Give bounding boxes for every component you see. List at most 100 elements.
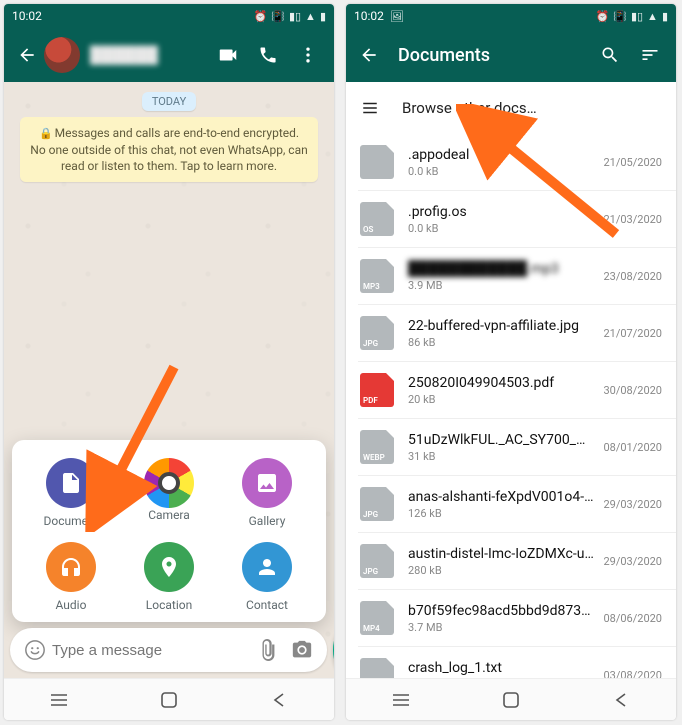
contact-name[interactable]: ██████ xyxy=(90,45,208,65)
vibrate-icon: 📳 xyxy=(613,10,627,23)
file-size: 3.7 MB xyxy=(408,621,595,634)
list-icon xyxy=(360,99,380,117)
mic-button[interactable] xyxy=(333,628,334,672)
file-size: 86 kB xyxy=(408,336,595,349)
file-date: 03/08/2020 xyxy=(603,669,662,679)
file-size: 0.0 kB xyxy=(408,165,595,178)
screenshot-icon: 🖼 xyxy=(390,10,404,23)
back-button[interactable] xyxy=(352,45,386,65)
signal-icon: ▮▯ xyxy=(631,10,643,23)
browse-other-docs[interactable]: Browse other docs… xyxy=(346,82,676,134)
attachment-panel: Document Camera Gallery Audio xyxy=(12,440,326,622)
wifi-icon: ▲ xyxy=(647,10,658,23)
attach-location[interactable]: Location xyxy=(120,542,218,612)
file-name: .appodeal xyxy=(408,147,595,163)
file-type-icon: OS xyxy=(360,202,394,236)
file-date: 08/01/2020 xyxy=(603,441,662,454)
attach-contact[interactable]: Contact xyxy=(218,542,316,612)
nav-back[interactable] xyxy=(610,689,632,711)
file-date: 23/08/2020 xyxy=(603,270,662,283)
file-info: .appodeal 0.0 kB xyxy=(408,147,595,178)
nav-back[interactable] xyxy=(268,689,290,711)
file-info: .profig.os0.0 kB xyxy=(408,204,595,235)
document-row[interactable]: TXTcrash_log_1.txt0.0 kB03/08/2020 xyxy=(346,647,676,678)
nav-recent[interactable] xyxy=(48,689,70,711)
attach-gallery[interactable]: Gallery xyxy=(218,458,316,528)
battery-icon: ▮ xyxy=(662,10,668,23)
document-row[interactable]: MP3 ████████████.mp33.9 MB 23/08/2020 xyxy=(346,248,676,304)
nav-home[interactable] xyxy=(500,689,522,711)
lock-icon: 🔒 xyxy=(39,127,53,140)
file-type-icon: PDF xyxy=(360,373,394,407)
document-row[interactable]: WEBP51uDzWlkFUL._AC_SY700_ML1_FMwe…31 kB… xyxy=(346,419,676,475)
document-row[interactable]: .appodeal 0.0 kB 21/05/2020 xyxy=(346,134,676,190)
file-date: 08/06/2020 xyxy=(603,612,662,625)
back-button[interactable] xyxy=(10,45,44,65)
file-name: ████████████.mp3 xyxy=(408,260,595,277)
file-date: 21/05/2020 xyxy=(603,156,662,169)
attach-label: Location xyxy=(146,598,192,612)
battery-icon: ▮ xyxy=(320,10,326,23)
file-name: 51uDzWlkFUL._AC_SY700_ML1_FMwe… xyxy=(408,432,595,448)
file-type-icon: JPG xyxy=(360,487,394,521)
document-row[interactable]: OS .profig.os0.0 kB 21/03/2020 xyxy=(346,191,676,247)
location-icon xyxy=(144,542,194,592)
documents-list: .appodeal 0.0 kB 21/05/2020 OS .profig.os0.0… xyxy=(346,134,676,678)
document-row[interactable]: JPGaustin-distel-Imc-IoZDMXc-unsplash.jp… xyxy=(346,533,676,589)
sort-button[interactable] xyxy=(630,35,670,75)
voice-call-button[interactable] xyxy=(248,35,288,75)
file-info: 51uDzWlkFUL._AC_SY700_ML1_FMwe… 31 kB xyxy=(408,432,595,463)
file-name: crash_log_1.txt xyxy=(408,660,595,676)
phone-chat: 10:02 ⏰ 📳 ▮▯ ▲ ▮ ██████ TODAY 🔒Messages … xyxy=(4,4,334,720)
emoji-button[interactable] xyxy=(18,639,52,661)
file-info: ████████████.mp33.9 MB xyxy=(408,260,595,292)
file-info: crash_log_1.txt0.0 kB xyxy=(408,660,595,679)
camera-icon xyxy=(144,458,194,508)
file-name: .profig.os xyxy=(408,204,595,220)
file-name: 250820I049904503.pdf xyxy=(408,375,595,391)
document-row[interactable]: JPG22-buffered-vpn-affiliate.jpg86 kB21/… xyxy=(346,305,676,361)
file-size: 31 kB xyxy=(408,450,595,463)
page-title: Documents xyxy=(386,45,590,66)
alarm-icon: ⏰ xyxy=(254,10,268,23)
attach-button[interactable] xyxy=(251,639,285,661)
camera-button[interactable] xyxy=(285,639,319,661)
file-date: 21/03/2020 xyxy=(603,213,662,226)
file-info: austin-distel-Imc-IoZDMXc-unsplash.jpg28… xyxy=(408,546,595,577)
document-row[interactable]: JPG anas-alshanti-feXpdV001o4-unsplash.j…… xyxy=(346,476,676,532)
attach-camera[interactable]: Camera xyxy=(120,458,218,528)
file-name: 22-buffered-vpn-affiliate.jpg xyxy=(408,318,595,334)
message-input[interactable] xyxy=(52,642,251,659)
contact-icon xyxy=(242,542,292,592)
search-button[interactable] xyxy=(590,35,630,75)
file-size: 280 kB xyxy=(408,564,595,577)
file-date: 29/03/2020 xyxy=(603,555,662,568)
date-separator: TODAY xyxy=(142,92,196,111)
attach-document[interactable]: Document xyxy=(22,458,120,528)
more-menu-button[interactable] xyxy=(288,35,328,75)
alarm-icon: ⏰ xyxy=(596,10,610,23)
attach-audio[interactable]: Audio xyxy=(22,542,120,612)
file-type-icon: MP3 xyxy=(360,259,394,293)
browse-label: Browse other docs… xyxy=(402,99,537,117)
file-info: 22-buffered-vpn-affiliate.jpg 86 kB xyxy=(408,318,595,349)
statusbar: 10:02 ⏰ 📳 ▮▯ ▲ ▮ xyxy=(4,4,334,28)
attach-label: Gallery xyxy=(249,514,286,528)
vibrate-icon: 📳 xyxy=(271,10,285,23)
file-type-icon xyxy=(360,145,394,179)
document-icon xyxy=(46,458,96,508)
input-bar xyxy=(10,628,328,672)
encryption-notice[interactable]: 🔒Messages and calls are end-to-end encry… xyxy=(20,117,318,182)
document-row[interactable]: PDF250820I049904503.pdf20 kB30/08/2020 xyxy=(346,362,676,418)
message-input-container xyxy=(10,628,327,672)
document-row[interactable]: MP4b70f59fec98acd5bbd9d8734459f8720de…3.… xyxy=(346,590,676,646)
contact-avatar[interactable] xyxy=(44,37,80,73)
file-size: 20 kB xyxy=(408,393,595,406)
video-call-button[interactable] xyxy=(208,35,248,75)
file-date: 29/03/2020 xyxy=(603,498,662,511)
chat-area: TODAY 🔒Messages and calls are end-to-end… xyxy=(4,82,334,678)
nav-recent[interactable] xyxy=(390,689,412,711)
documents-body: Browse other docs… .appodeal 0.0 kB 21/05/… xyxy=(346,82,676,678)
nav-home[interactable] xyxy=(158,689,180,711)
file-info: anas-alshanti-feXpdV001o4-unsplash.j…126… xyxy=(408,489,595,520)
